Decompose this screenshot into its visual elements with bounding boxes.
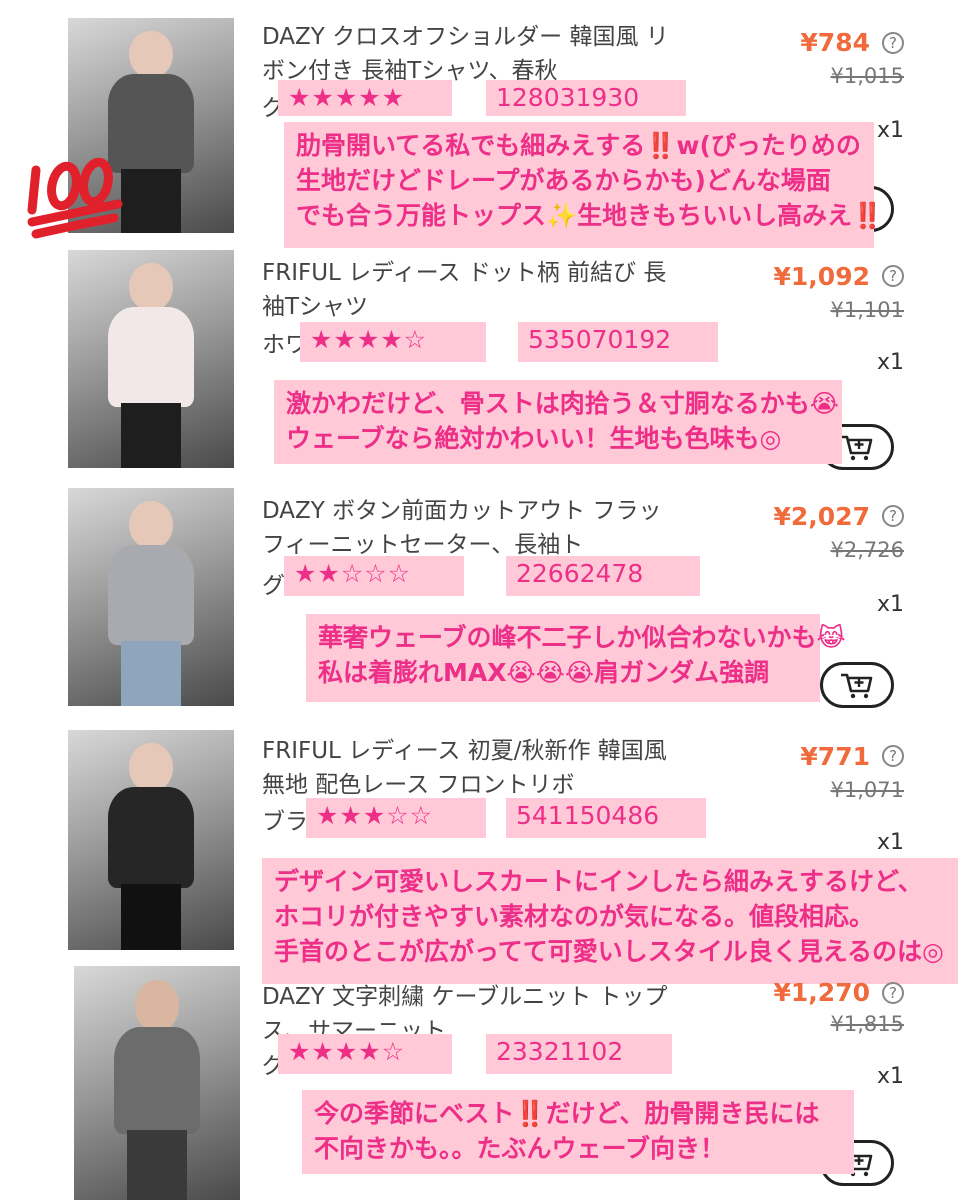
original-price: ¥1,815 — [830, 1012, 904, 1036]
product-variant[interactable]: ホワ — [262, 325, 300, 359]
quantity: x1 — [876, 118, 904, 143]
question-circle-icon[interactable]: ? — [882, 745, 904, 767]
product-title[interactable]: FRIFUL レディース ドット柄 前結び 長袖Tシャツ — [262, 256, 672, 324]
rating-stars: ★★★★☆ — [300, 322, 486, 362]
rating-stars: ★★★★★ — [278, 80, 452, 116]
product-price: ¥1,092 — [773, 262, 870, 291]
review-comment: 今の季節にベスト‼️だけど、肋骨開き民には 不向きかも。。たぶんウェーブ向き！ — [302, 1090, 854, 1174]
model-figure — [129, 30, 173, 79]
question-circle-icon[interactable]: ? — [882, 32, 904, 54]
add-to-cart-icon — [841, 673, 873, 699]
product-title[interactable]: DAZY ボタン前面カットアウト フラッフィーニットセーター、長袖ト — [262, 494, 672, 562]
question-circle-icon[interactable]: ? — [882, 265, 904, 287]
product-price: ¥771 — [800, 742, 870, 771]
product-price: ¥1,270 — [773, 978, 870, 1007]
product-image-4[interactable] — [68, 730, 234, 950]
quantity: x1 — [876, 1064, 904, 1089]
product-image-2[interactable] — [68, 250, 234, 468]
product-code: 535070192 — [518, 322, 718, 362]
rating-stars: ★★★★☆ — [278, 1034, 452, 1074]
add-to-cart-icon — [841, 435, 873, 461]
original-price: ¥2,726 — [830, 538, 904, 562]
original-price: ¥1,071 — [830, 778, 904, 802]
product-code: 128031930 — [486, 80, 686, 116]
review-comment: 激かわだけど、骨ストは肉拾う＆寸胴なるかも😭 ウェーブなら絶対かわいい！生地も色… — [274, 380, 842, 464]
product-price: ¥784 — [800, 28, 870, 57]
original-price: ¥1,101 — [830, 298, 904, 322]
question-circle-icon[interactable]: ? — [882, 982, 904, 1004]
product-image-3[interactable] — [68, 488, 234, 706]
question-circle-icon[interactable]: ? — [882, 505, 904, 527]
original-price: ¥1,015 — [830, 64, 904, 88]
hundred-points-icon — [27, 157, 123, 239]
product-price: ¥2,027 — [773, 502, 870, 531]
review-comment: 華奢ウェーブの峰不二子しか似合わないかも😹 私は着膨れMAX😭😭😭肩ガンダム強調 — [306, 614, 846, 702]
rating-stars: ★★☆☆☆ — [284, 556, 464, 596]
product-title[interactable]: FRIFUL レディース 初夏/秋新作 韓国風 無地 配色レース フロントリボ — [262, 734, 672, 802]
quantity: x1 — [876, 592, 904, 617]
review-comment: 肋骨開いてる私でも細みえする‼️w(ぴったりめの 生地だけどドレープがあるからか… — [284, 122, 883, 248]
product-image-5[interactable] — [74, 966, 240, 1200]
product-code: 23321102 — [486, 1034, 672, 1074]
product-title[interactable]: DAZY クロスオフショルダー 韓国風 リボン付き 長袖Tシャツ、春秋 — [262, 20, 672, 88]
product-variant[interactable]: ブラ — [262, 802, 310, 836]
product-code: 22662478 — [506, 556, 700, 596]
quantity: x1 — [876, 830, 904, 855]
quantity: x1 — [876, 350, 904, 375]
review-comment: デザイン可愛いしスカートにインしたら細みえするけど、 ホコリが付きやすい素材なの… — [262, 858, 958, 984]
product-code: 541150486 — [506, 798, 706, 838]
add-to-cart-button[interactable] — [820, 662, 894, 708]
rating-stars: ★★★☆☆ — [306, 798, 486, 838]
